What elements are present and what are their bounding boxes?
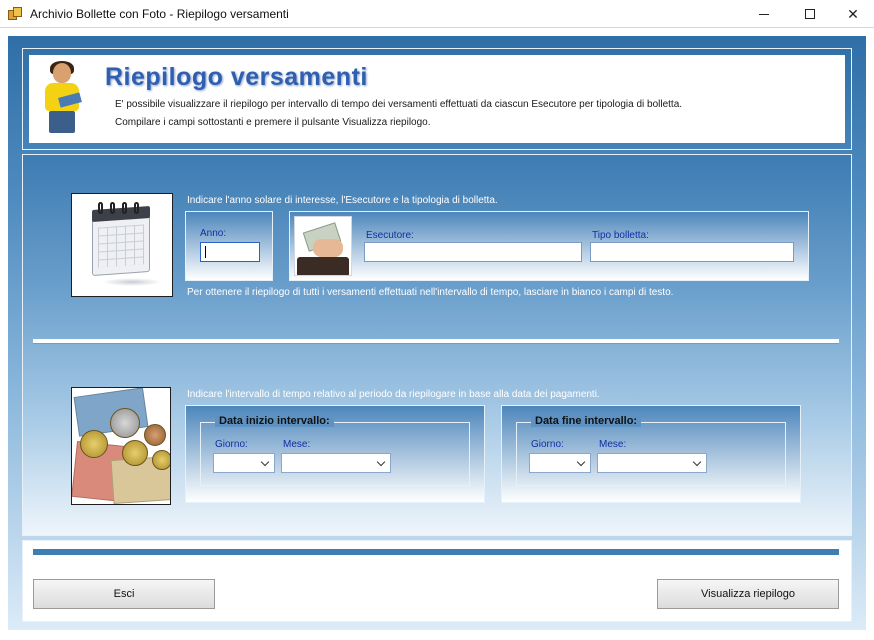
start-giorno-select[interactable]	[213, 453, 275, 473]
content-area: Riepilogo versamenti E' possibile visual…	[22, 44, 852, 622]
chevron-down-icon	[260, 457, 270, 467]
filters-note: Per ottenere il riepilogo di tutti i ver…	[187, 287, 674, 298]
header-description: E' possibile visualizzare il riepilogo p…	[115, 99, 683, 110]
wallet-money-image	[294, 216, 352, 276]
tipo-bolletta-label: Tipo bolletta:	[592, 230, 649, 241]
footer-divider	[33, 549, 839, 555]
esecutore-label: Esecutore:	[366, 230, 414, 241]
chevron-down-icon	[576, 457, 586, 467]
anno-group: Anno:	[185, 211, 273, 281]
end-giorno-select[interactable]	[529, 453, 591, 473]
esci-button[interactable]: Esci	[33, 579, 215, 609]
tipo-bolletta-input[interactable]	[590, 242, 794, 262]
anno-input[interactable]	[200, 242, 260, 262]
chevron-down-icon	[692, 457, 702, 467]
window-frame: Riepilogo versamenti E' possibile visual…	[8, 36, 866, 630]
header-panel: Riepilogo versamenti E' possibile visual…	[22, 48, 852, 150]
minimize-button[interactable]	[742, 0, 786, 28]
window-title: Archivio Bollette con Foto - Riepilogo v…	[30, 7, 289, 21]
page-title: Riepilogo versamenti	[105, 63, 368, 91]
text-caret	[205, 246, 206, 258]
euro-money-image	[71, 387, 171, 505]
esecutore-group: Esecutore: Tipo bolletta:	[289, 211, 809, 281]
start-mese-select[interactable]	[281, 453, 391, 473]
start-giorno-label: Giorno:	[215, 439, 248, 450]
filters-intro: Indicare l'anno solare di interesse, l'E…	[187, 195, 498, 206]
start-mese-label: Mese:	[283, 439, 311, 450]
date-start-panel: Data inizio intervallo: Giorno: Mese:	[185, 405, 485, 503]
date-end-fieldset: Data fine intervallo: Giorno: Mese:	[516, 415, 786, 486]
visualizza-riepilogo-button[interactable]: Visualizza riepilogo	[657, 579, 839, 609]
end-mese-select[interactable]	[597, 453, 707, 473]
main-panel: Indicare l'anno solare di interesse, l'E…	[22, 154, 852, 536]
footer-panel: Esci Visualizza riepilogo	[22, 540, 852, 622]
close-button[interactable]: ✕	[831, 0, 874, 28]
end-giorno-label: Giorno:	[531, 439, 564, 450]
section-divider	[33, 339, 839, 343]
date-end-legend: Data fine intervallo:	[531, 415, 642, 427]
date-start-legend: Data inizio intervallo:	[215, 415, 334, 427]
maximize-button[interactable]	[788, 0, 832, 28]
chevron-down-icon	[376, 457, 386, 467]
header-instructions: Compilare i campi sottostanti e premere …	[115, 117, 431, 128]
minimize-icon	[759, 13, 769, 15]
calendar-image	[71, 193, 173, 297]
date-start-fieldset: Data inizio intervallo: Giorno: Mese:	[200, 415, 470, 486]
title-bar: Archivio Bollette con Foto - Riepilogo v…	[0, 0, 874, 28]
maximize-icon	[805, 9, 815, 19]
end-mese-label: Mese:	[599, 439, 627, 450]
person-reading-icon	[39, 61, 87, 135]
date-end-panel: Data fine intervallo: Giorno: Mese:	[501, 405, 801, 503]
money-stack-icon	[8, 7, 22, 20]
close-icon: ✕	[847, 5, 859, 22]
interval-intro: Indicare l'intervallo di tempo relativo …	[187, 389, 600, 400]
esecutore-input[interactable]	[364, 242, 582, 262]
anno-label: Anno:	[200, 228, 227, 239]
header-box: Riepilogo versamenti E' possibile visual…	[29, 55, 845, 143]
